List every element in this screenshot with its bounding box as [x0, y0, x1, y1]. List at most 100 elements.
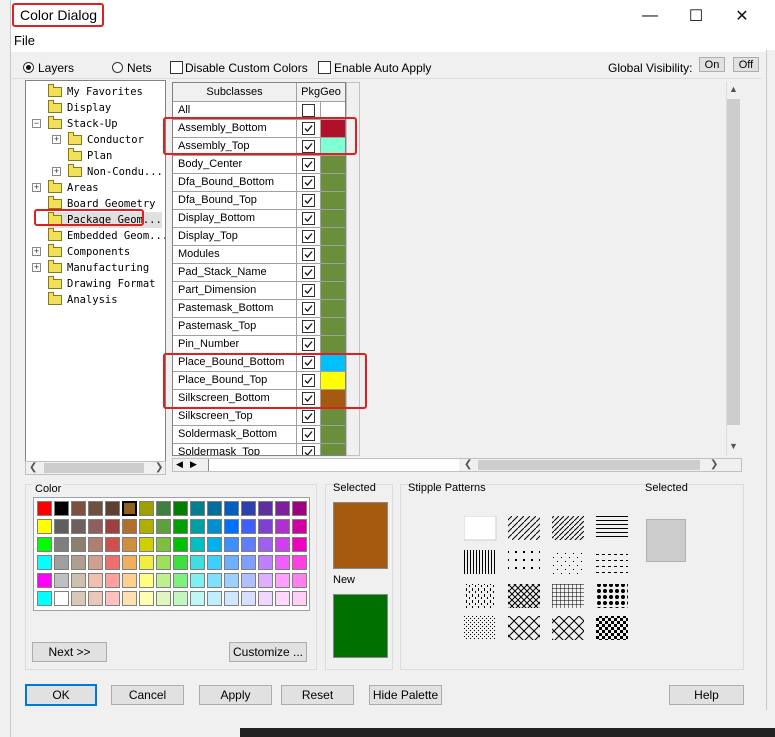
visibility-checkbox[interactable] — [302, 194, 315, 207]
color-swatch[interactable] — [173, 501, 188, 516]
color-swatch[interactable] — [122, 591, 137, 606]
close-button[interactable]: ✕ — [719, 0, 765, 32]
grid-row[interactable]: Pastemask_Top — [173, 318, 345, 336]
color-swatch[interactable] — [88, 591, 103, 606]
grid-vscroll-thumb[interactable] — [727, 99, 740, 425]
next-button[interactable]: Next >> — [32, 642, 107, 662]
visibility-checkbox[interactable] — [302, 284, 315, 297]
grid-hscroll-thumb[interactable] — [478, 460, 700, 470]
stipple-cross-diagonal[interactable] — [508, 584, 540, 608]
color-swatch[interactable] — [190, 501, 205, 516]
grid-row[interactable]: Display_Top — [173, 228, 345, 246]
color-swatch[interactable] — [207, 555, 222, 570]
color-swatch[interactable] — [224, 537, 239, 552]
color-swatch[interactable] — [71, 519, 86, 534]
color-swatch[interactable] — [37, 501, 52, 516]
scroll-right-icon[interactable]: ❯ — [155, 462, 163, 473]
maximize-button[interactable]: ☐ — [673, 0, 719, 32]
visibility-checkbox[interactable] — [302, 446, 315, 455]
tree-item-my-favorites[interactable]: My Favorites — [48, 84, 143, 100]
color-swatch[interactable] — [173, 519, 188, 534]
color-swatch[interactable] — [241, 519, 256, 534]
scroll-left-icon[interactable]: ❮ — [464, 459, 472, 470]
color-swatch[interactable] — [241, 555, 256, 570]
visibility-on-button[interactable]: On — [699, 57, 725, 72]
stipple-solid[interactable] — [464, 516, 497, 541]
color-swatch[interactable] — [224, 501, 239, 516]
color-swatch[interactable] — [105, 501, 120, 516]
customize-button[interactable]: Customize ... — [229, 642, 307, 662]
color-swatch[interactable] — [121, 500, 138, 517]
scroll-up-icon[interactable]: ▲ — [729, 84, 738, 94]
color-swatch[interactable] — [37, 591, 52, 606]
visibility-checkbox[interactable] — [302, 320, 315, 333]
stipple-diamond-lattice[interactable] — [552, 616, 584, 640]
tree-item-plan[interactable]: Plan — [68, 148, 112, 164]
stipple-checker[interactable] — [596, 616, 628, 640]
visibility-checkbox[interactable] — [302, 230, 315, 243]
color-swatch[interactable] — [275, 591, 290, 606]
grid-row[interactable]: Pastemask_Bottom — [173, 300, 345, 318]
color-swatch[interactable] — [292, 591, 307, 606]
visibility-checkbox[interactable] — [302, 338, 315, 351]
color-swatch[interactable] — [139, 501, 154, 516]
color-swatch[interactable] — [190, 537, 205, 552]
color-swatch[interactable] — [54, 519, 69, 534]
color-swatch[interactable] — [139, 591, 154, 606]
color-swatch[interactable] — [190, 573, 205, 588]
grid-row[interactable]: Pin_Number — [173, 336, 345, 354]
expand-icon[interactable]: + — [32, 183, 41, 192]
cancel-button[interactable]: Cancel — [111, 685, 184, 705]
color-swatch[interactable] — [207, 573, 222, 588]
color-swatch[interactable] — [122, 555, 137, 570]
stipple-dashes[interactable] — [596, 550, 628, 574]
color-cell[interactable] — [321, 246, 345, 263]
color-cell[interactable] — [321, 444, 345, 455]
enable-auto-apply-checkbox[interactable] — [318, 61, 331, 74]
expand-icon[interactable]: + — [52, 135, 61, 144]
color-swatch[interactable] — [190, 591, 205, 606]
color-swatch[interactable] — [207, 537, 222, 552]
tree-item-components[interactable]: Components — [48, 244, 130, 260]
color-swatch[interactable] — [241, 591, 256, 606]
color-swatch[interactable] — [258, 537, 273, 552]
grid-row[interactable]: Dfa_Bound_Top — [173, 192, 345, 210]
scroll-right-icon[interactable]: ▶ — [190, 459, 197, 470]
color-swatch[interactable] — [156, 591, 171, 606]
color-cell[interactable] — [321, 300, 345, 317]
tree-item-display[interactable]: Display — [48, 100, 111, 116]
color-swatch[interactable] — [54, 591, 69, 606]
color-swatch[interactable] — [292, 555, 307, 570]
color-swatch[interactable] — [190, 519, 205, 534]
color-swatch[interactable] — [156, 537, 171, 552]
hide-palette-button[interactable]: Hide Palette — [369, 685, 442, 705]
color-swatch[interactable] — [139, 519, 154, 534]
color-swatch[interactable] — [292, 573, 307, 588]
color-swatch[interactable] — [241, 537, 256, 552]
color-swatch[interactable] — [156, 519, 171, 534]
disable-custom-colors-checkbox[interactable] — [170, 61, 183, 74]
color-swatch[interactable] — [173, 537, 188, 552]
color-cell[interactable] — [321, 264, 345, 281]
color-swatch[interactable] — [275, 519, 290, 534]
help-button[interactable]: Help — [669, 685, 744, 705]
color-swatch[interactable] — [54, 501, 69, 516]
visibility-checkbox[interactable] — [302, 212, 315, 225]
grid-row[interactable]: Pad_Stack_Name — [173, 264, 345, 282]
visibility-checkbox[interactable] — [302, 428, 315, 441]
grid-row[interactable]: Body_Center — [173, 156, 345, 174]
visibility-checkbox[interactable] — [302, 302, 315, 315]
color-swatch[interactable] — [224, 519, 239, 534]
tree-item-manufacturing[interactable]: Manufacturing — [48, 260, 149, 276]
color-swatch[interactable] — [258, 573, 273, 588]
stipple-vertical-dashes[interactable] — [464, 584, 496, 608]
stipple-grid[interactable] — [552, 584, 584, 608]
stipple-diagonal-wide[interactable] — [508, 516, 540, 540]
scroll-down-icon[interactable]: ▼ — [729, 441, 738, 451]
visibility-checkbox[interactable] — [302, 266, 315, 279]
tree-item-non-conductor[interactable]: Non-Condu... — [68, 164, 163, 180]
color-cell[interactable] — [321, 282, 345, 299]
color-swatch[interactable] — [139, 573, 154, 588]
color-swatch[interactable] — [105, 555, 120, 570]
color-swatch[interactable] — [241, 501, 256, 516]
